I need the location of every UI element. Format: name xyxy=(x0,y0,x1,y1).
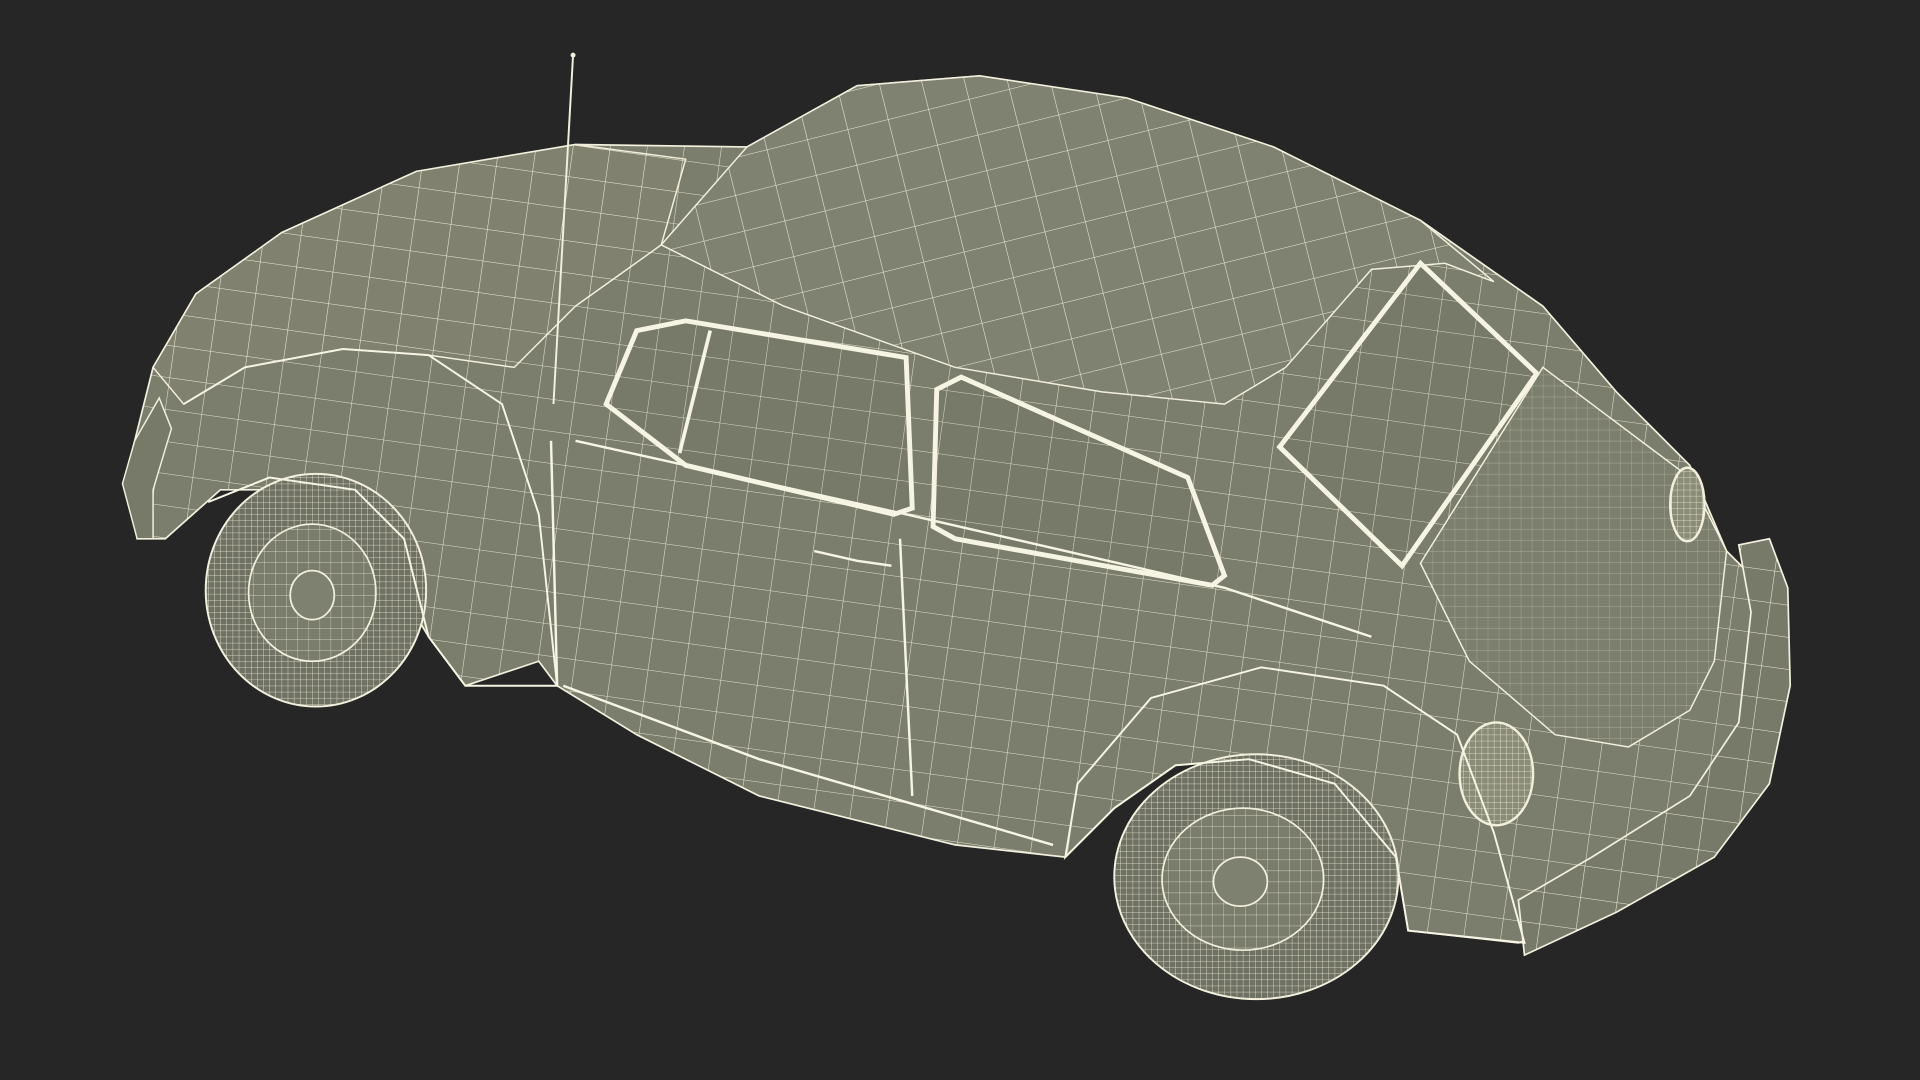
rear-wheel xyxy=(204,472,428,708)
front-wheel xyxy=(1113,753,1400,1001)
car-wireframe-render xyxy=(121,52,1792,1001)
render-viewport xyxy=(0,0,1920,1080)
